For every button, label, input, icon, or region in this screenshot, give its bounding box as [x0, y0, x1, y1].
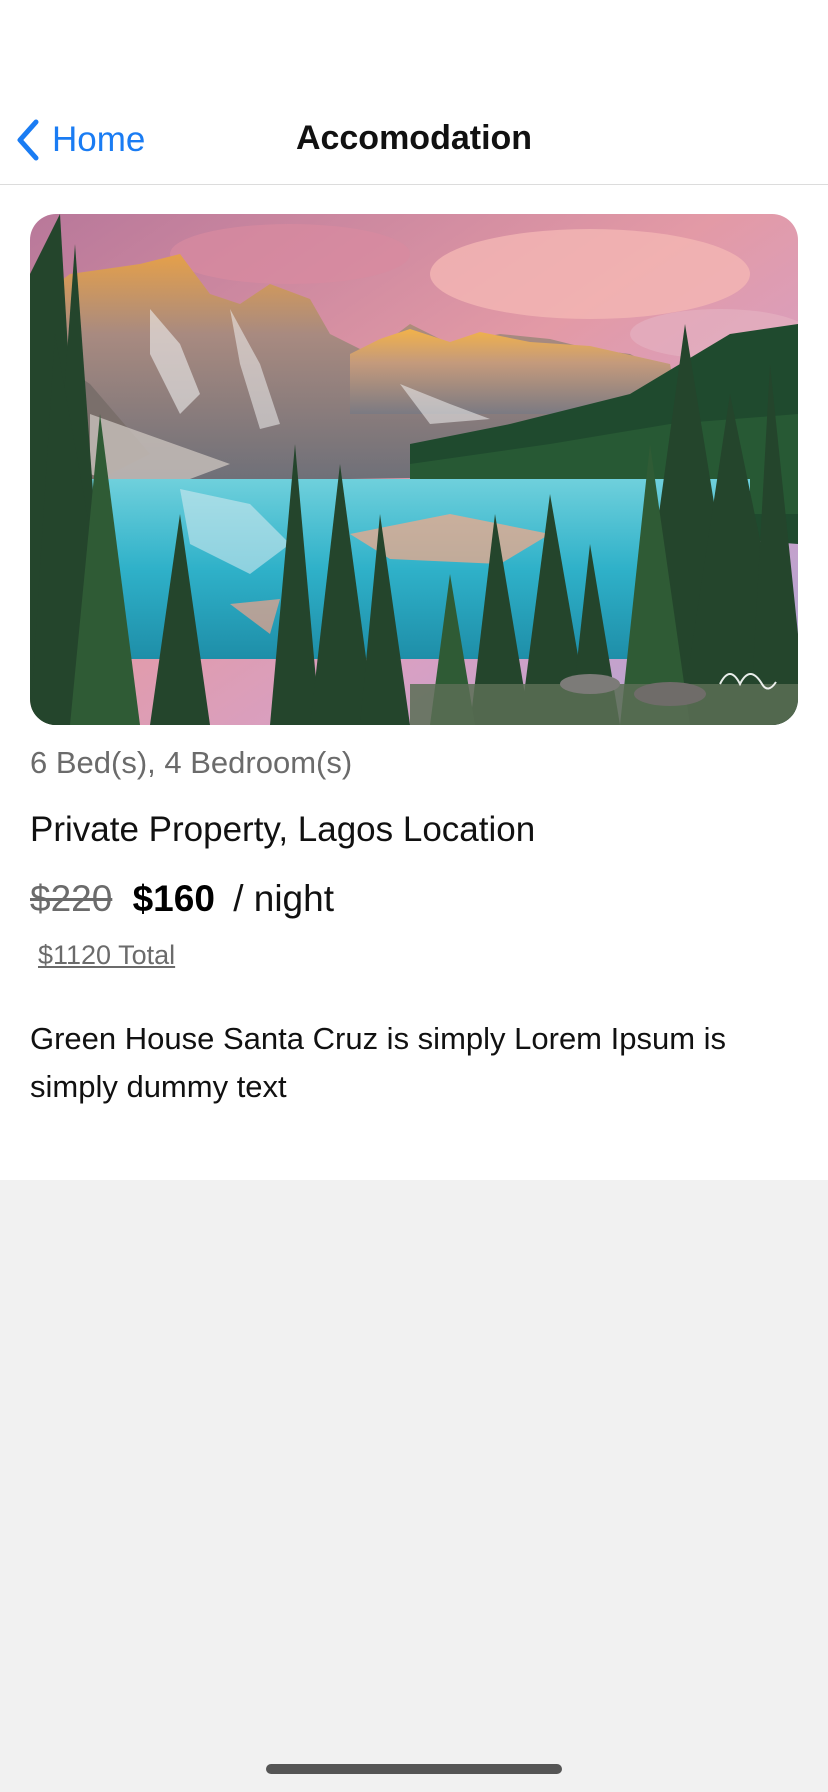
old-price: $220: [30, 878, 113, 919]
content-area: Home Accomodation 6 Bed(s), 4 Bedroom(s)…: [0, 0, 828, 1180]
price-row: $220 $160 / night: [30, 878, 334, 920]
screen: Home Accomodation 6 Bed(s), 4 Bedroom(s)…: [0, 0, 828, 1792]
navigation-bar: Home Accomodation: [0, 95, 828, 185]
new-price: $160: [132, 878, 215, 919]
description: Green House Santa Cruz is simply Lorem I…: [30, 1021, 727, 1104]
beds-info: 6 Bed(s), 4 Bedroom(s): [30, 745, 353, 780]
mountain-lake-image: [30, 214, 798, 725]
total-price-link[interactable]: $1120 Total: [38, 940, 175, 971]
page-title: Accomodation: [295, 119, 533, 157]
home-indicator[interactable]: [266, 1764, 562, 1774]
property-name: Private Property, Lagos Location: [30, 810, 536, 849]
listing-photo[interactable]: [30, 214, 798, 725]
per-night-label: / night: [233, 878, 334, 919]
